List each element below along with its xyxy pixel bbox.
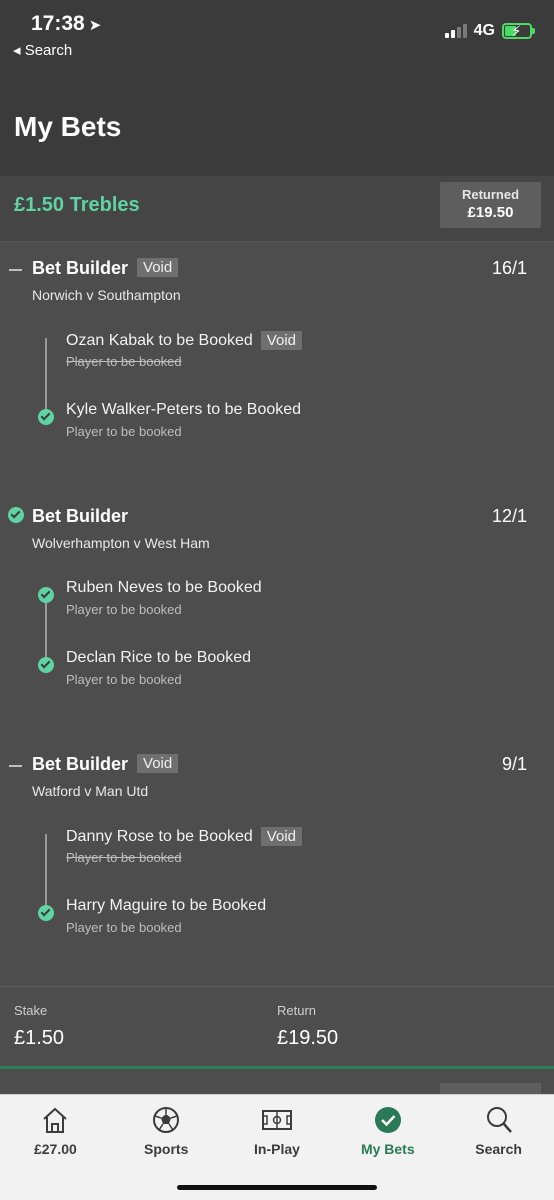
status-time: 17:38 ➤ bbox=[31, 12, 101, 36]
selection-name: Kyle Walker-Peters to be Booked bbox=[66, 401, 302, 418]
signal-icon bbox=[444, 24, 467, 38]
selection-name-text: Ozan Kabak to be Booked bbox=[66, 332, 253, 349]
selection-connector bbox=[45, 834, 47, 906]
selection-market: Player to be booked bbox=[66, 920, 182, 935]
selection-market: Player to be booked bbox=[66, 602, 182, 617]
void-badge: Void bbox=[260, 331, 302, 350]
group-title-text: Bet Builder bbox=[32, 754, 129, 774]
check-icon bbox=[38, 905, 54, 921]
check-icon bbox=[38, 587, 54, 603]
home-indicator bbox=[177, 1185, 377, 1190]
group-odds: 16/1 bbox=[491, 258, 527, 278]
void-dash-icon bbox=[9, 269, 22, 271]
selection-name: Declan Rice to be Booked bbox=[66, 649, 251, 666]
battery-icon: ⚡ bbox=[502, 23, 535, 40]
group-title: Bet Builder bbox=[32, 506, 129, 526]
tab-my-bets[interactable]: My Bets bbox=[332, 1095, 443, 1175]
group-match: Norwich v Southampton bbox=[32, 287, 181, 303]
football-icon bbox=[153, 1107, 180, 1133]
tab-label: My Bets bbox=[360, 1141, 415, 1157]
check-icon bbox=[38, 657, 54, 673]
bet-summary: Stake £1.50 Return £19.50 bbox=[0, 986, 554, 1066]
status-indicators: 4G ⚡ bbox=[444, 22, 535, 40]
return-value: £19.50 bbox=[277, 1027, 339, 1049]
tab-label: In-Play bbox=[254, 1141, 300, 1157]
returned-label: Returned bbox=[461, 187, 520, 202]
selection-name: Ozan Kabak to be Booked Void bbox=[66, 331, 302, 350]
group-odds: 9/1 bbox=[501, 754, 527, 774]
group-match: Watford v Man Utd bbox=[32, 783, 149, 799]
network-type: 4G bbox=[473, 22, 495, 39]
void-dash-icon bbox=[9, 765, 22, 767]
void-badge: Void bbox=[137, 258, 179, 277]
stake-label: Stake bbox=[14, 1003, 48, 1018]
bet-builder-group[interactable]: Bet Builder Void 16/1 Norwich v Southampt… bbox=[0, 250, 554, 470]
location-arrow-icon: ➤ bbox=[88, 17, 102, 34]
divider bbox=[0, 1066, 554, 1069]
tab-in-play[interactable]: In-Play bbox=[222, 1095, 333, 1175]
selection-name-text: Danny Rose to be Booked bbox=[66, 828, 253, 845]
returned-value: £19.50 bbox=[467, 204, 514, 221]
header: 17:38 ➤ ◂ Search 4G ⚡ My Bets bbox=[0, 0, 554, 176]
selection-name: Ruben Neves to be Booked bbox=[66, 579, 262, 596]
void-badge: Void bbox=[137, 754, 179, 773]
status-time-text: 17:38 bbox=[31, 12, 85, 35]
selection-name: Harry Maguire to be Booked bbox=[66, 897, 267, 914]
tab-label: Sports bbox=[144, 1141, 189, 1157]
back-to-search-link[interactable]: ◂ Search bbox=[13, 41, 72, 59]
selection-name: Danny Rose to be Booked Void bbox=[66, 827, 302, 846]
tab-balance[interactable]: £27.00 bbox=[0, 1095, 111, 1175]
returned-box: Returned £19.50 bbox=[440, 182, 541, 228]
selection-market: Player to be booked bbox=[66, 850, 182, 865]
bet-builder-group[interactable]: Bet Builder Void 9/1 Watford v Man Utd Da… bbox=[0, 746, 554, 966]
void-badge: Void bbox=[260, 827, 302, 846]
tab-search[interactable]: Search bbox=[443, 1095, 554, 1175]
selection-connector bbox=[45, 338, 47, 410]
check-icon bbox=[8, 507, 24, 523]
check-icon bbox=[38, 409, 54, 425]
pitch-icon bbox=[261, 1110, 292, 1130]
page-title: My Bets bbox=[14, 111, 122, 142]
home-icon bbox=[43, 1107, 68, 1133]
group-odds: 12/1 bbox=[491, 506, 527, 526]
selection-market: Player to be booked bbox=[66, 672, 182, 687]
group-match: Wolverhampton v West Ham bbox=[32, 535, 210, 551]
bet-builder-group[interactable]: Bet Builder 12/1 Wolverhampton v West Ha… bbox=[0, 498, 554, 718]
tab-sports[interactable]: Sports bbox=[111, 1095, 222, 1175]
group-title: Bet Builder Void bbox=[32, 258, 179, 279]
tab-label: Search bbox=[475, 1141, 522, 1157]
group-title-text: Bet Builder bbox=[32, 258, 129, 278]
bet-header[interactable]: £1.50 Trebles Returned £19.50 bbox=[0, 176, 554, 242]
group-title: Bet Builder Void bbox=[32, 754, 179, 775]
selection-market: Player to be booked bbox=[66, 424, 182, 439]
check-circle-icon bbox=[374, 1107, 401, 1133]
selection-market: Player to be booked bbox=[66, 354, 182, 369]
tab-label: £27.00 bbox=[33, 1141, 77, 1157]
bet-type: £1.50 Trebles bbox=[14, 194, 140, 216]
search-icon bbox=[486, 1107, 512, 1133]
stake-value: £1.50 bbox=[14, 1027, 65, 1049]
return-label: Return bbox=[277, 1003, 317, 1018]
